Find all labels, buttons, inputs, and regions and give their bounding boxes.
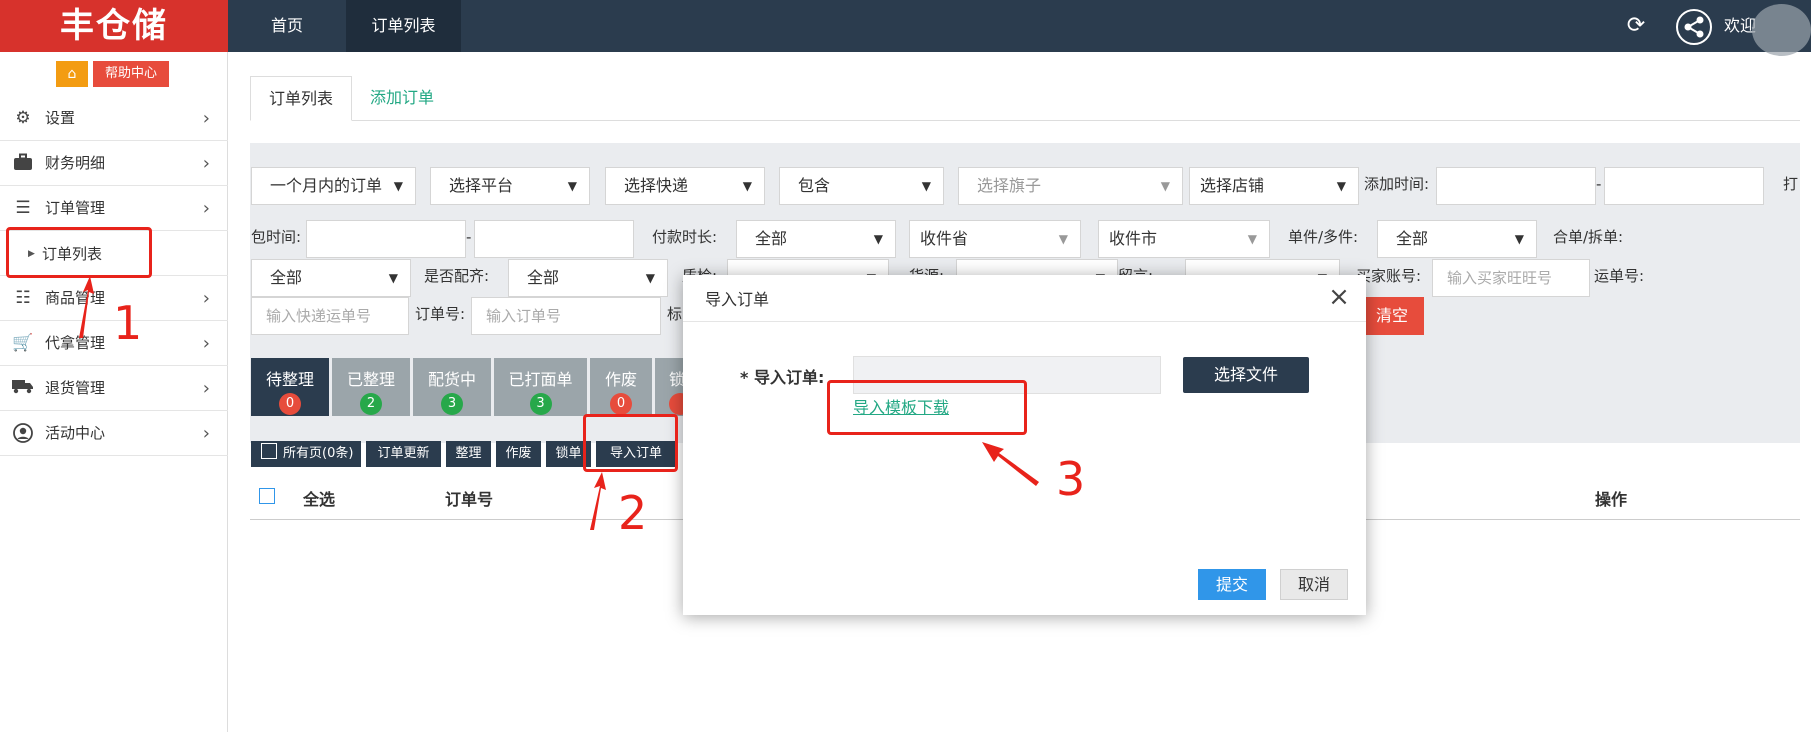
annotation-number-3: 3 — [1056, 452, 1086, 506]
annotation-number-1: 1 — [113, 296, 143, 350]
annotation-arrows — [79, 276, 1039, 530]
annotation-number-2: 2 — [618, 486, 648, 540]
